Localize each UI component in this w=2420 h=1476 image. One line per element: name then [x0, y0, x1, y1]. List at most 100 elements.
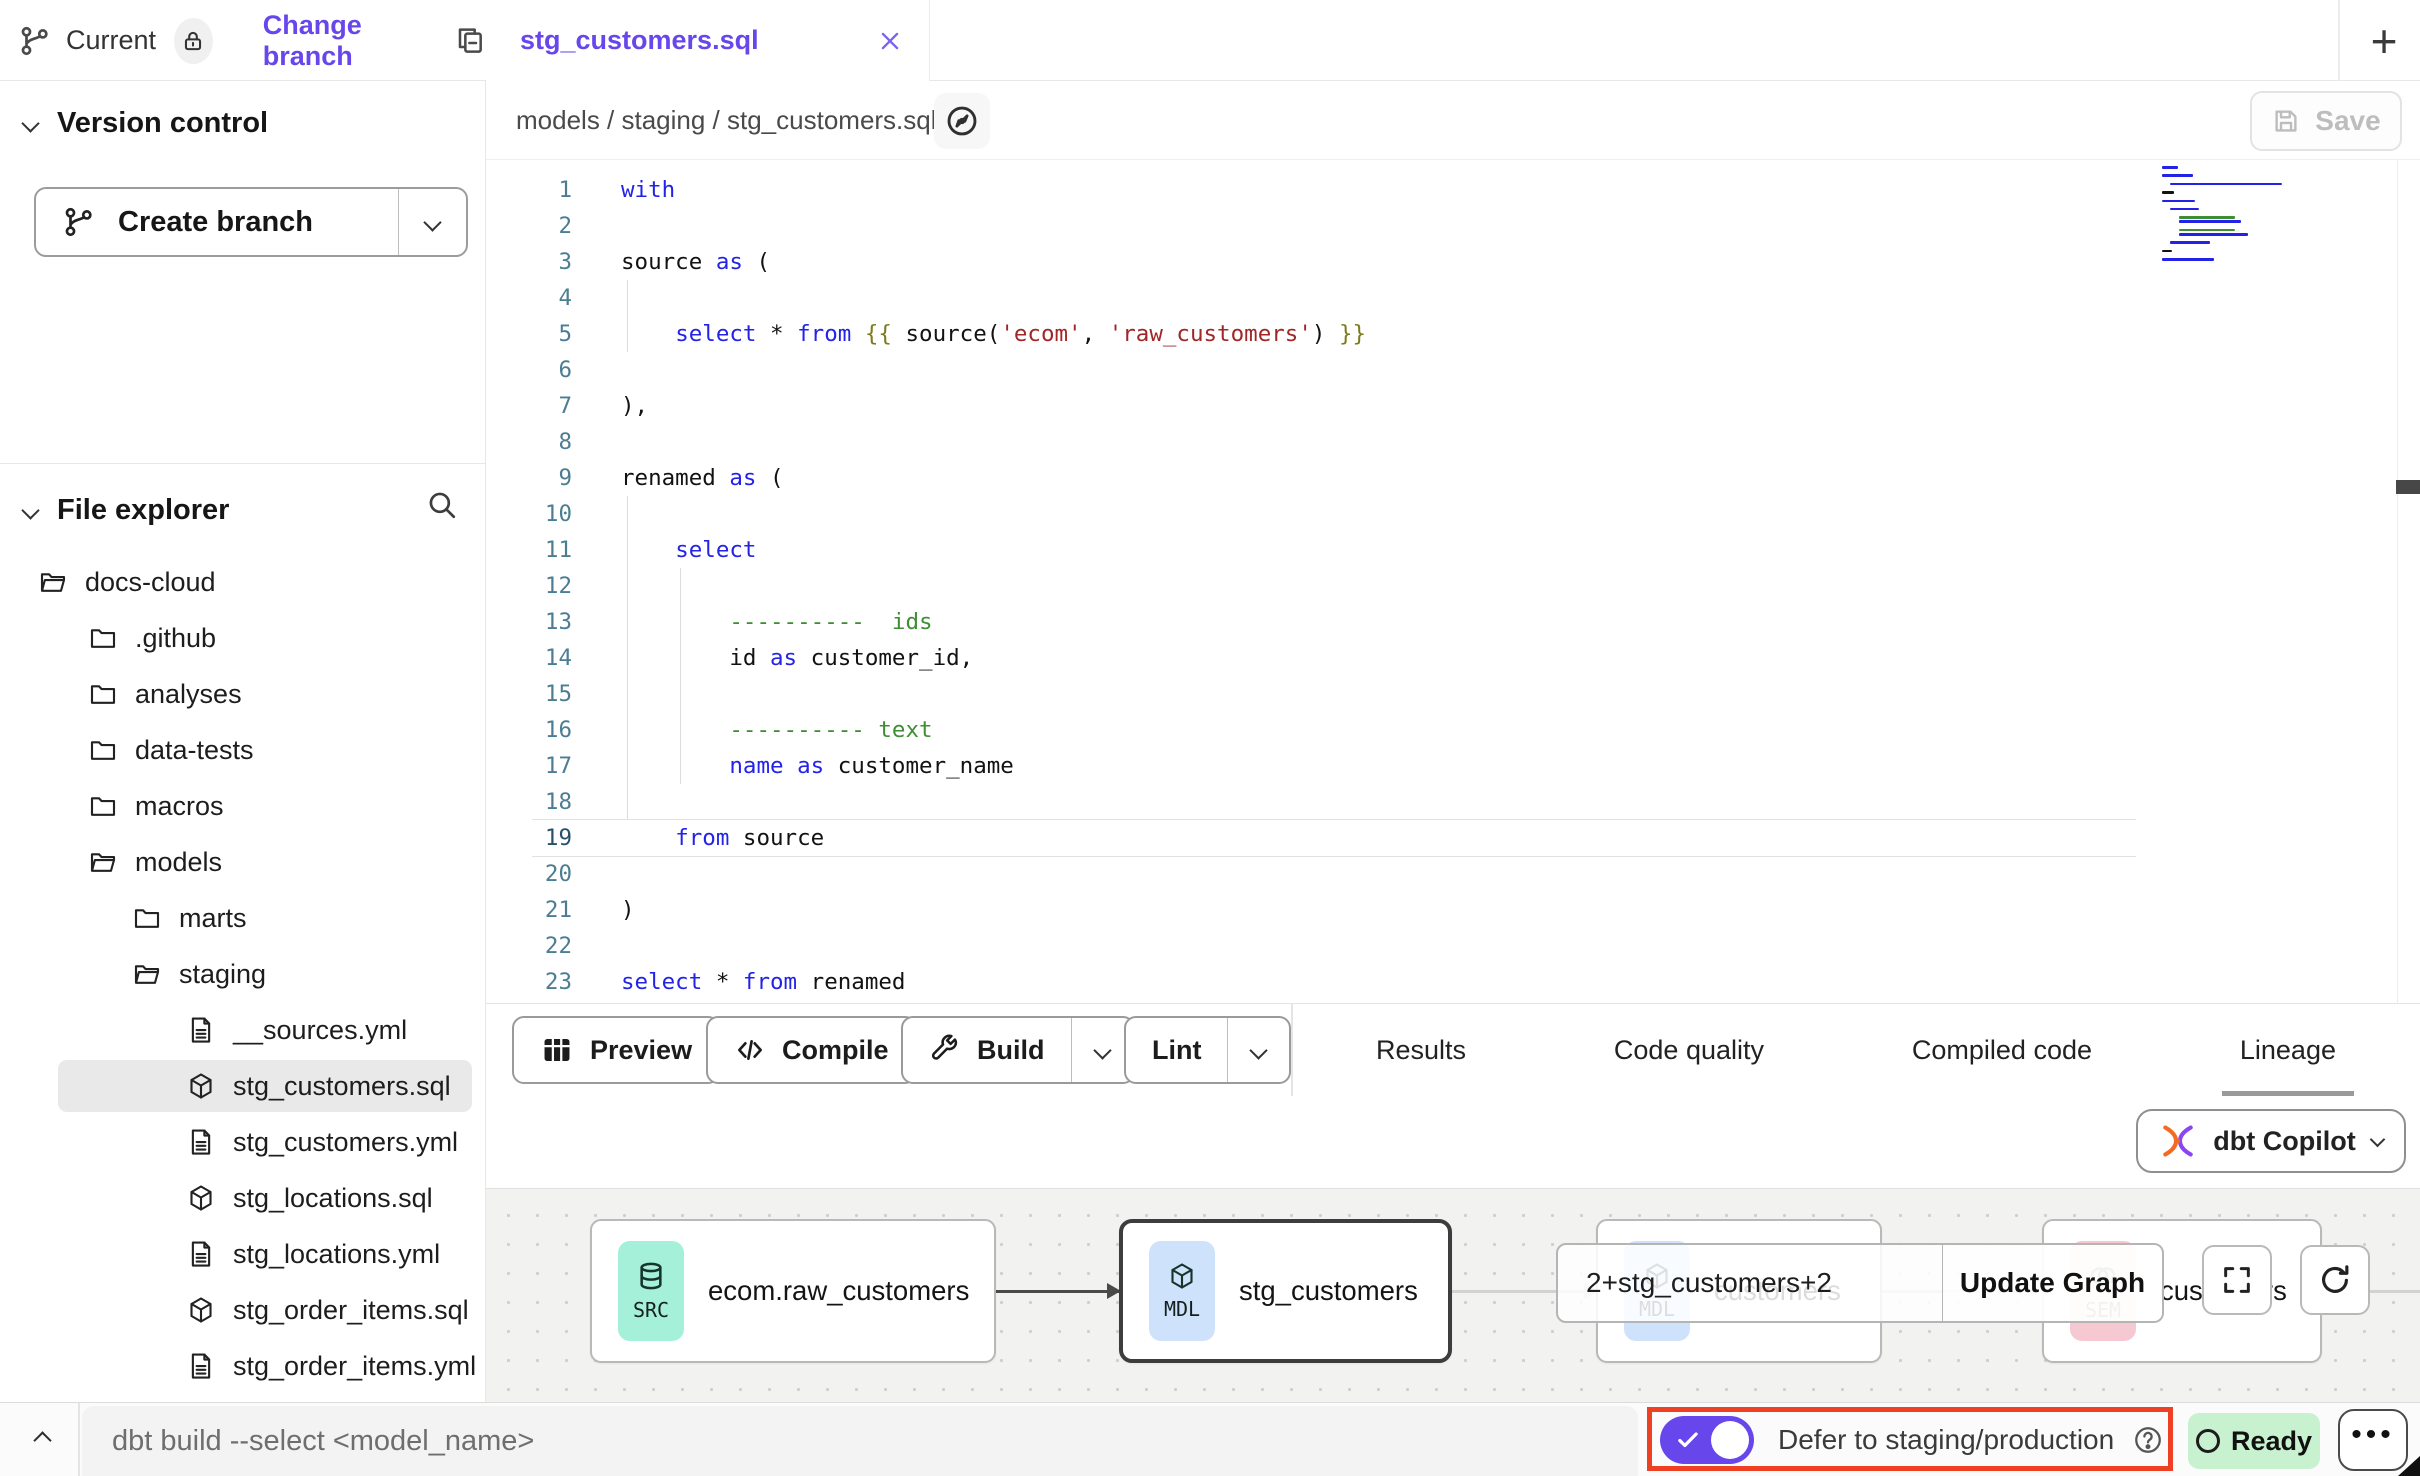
lineage-selector-input[interactable]: 2+stg_customers+2 — [1558, 1245, 1942, 1321]
line-number: 23 — [510, 964, 600, 1000]
defer-toggle[interactable] — [1660, 1416, 1754, 1464]
create-branch-button[interactable]: Create branch — [34, 187, 468, 257]
lineage-canvas[interactable]: SRCecom.raw_customers MDLstg_customersMDL… — [486, 1188, 2420, 1402]
tab-lineage[interactable]: Lineage — [2236, 1035, 2340, 1066]
editor-minimap[interactable] — [2162, 166, 2292, 262]
indent-guide — [627, 604, 628, 640]
code-editor[interactable]: 1with23source as (45 select * from {{ so… — [486, 160, 2420, 1003]
code-line-20[interactable]: 20 — [510, 856, 2420, 892]
code-line-10[interactable]: 10 — [510, 496, 2420, 532]
file-item-stg-locations-sql[interactable]: stg_locations.sql — [0, 1170, 485, 1226]
file-item-stg-customers-yml[interactable]: stg_customers.yml — [0, 1114, 485, 1170]
collapse-panel-button[interactable] — [14, 1403, 70, 1476]
code-line-2[interactable]: 2 — [510, 208, 2420, 244]
code-line-12[interactable]: 12 — [510, 568, 2420, 604]
file-item-stg-locations-yml[interactable]: stg_locations.yml — [0, 1226, 485, 1282]
create-branch-caret[interactable] — [398, 189, 466, 255]
copilot-compass-button[interactable] — [934, 93, 990, 149]
code-text: select * from renamed — [600, 964, 2420, 1000]
code-line-22[interactable]: 22 — [510, 928, 2420, 964]
preview-button[interactable]: Preview — [512, 1016, 720, 1084]
tab-results[interactable]: Results — [1372, 1035, 1470, 1066]
file-item-label: stg_order_items.yml — [233, 1351, 476, 1382]
new-tab-button[interactable]: + — [2348, 0, 2420, 81]
close-icon[interactable] — [877, 28, 903, 54]
code-line-6[interactable]: 6 — [510, 352, 2420, 388]
line-number: 16 — [510, 712, 600, 748]
create-branch-main[interactable]: Create branch — [36, 189, 398, 255]
change-branch-link[interactable]: Change branch — [263, 10, 428, 72]
file-item--sources-yml[interactable]: __sources.yml — [0, 1002, 485, 1058]
file-item-docs-cloud[interactable]: docs-cloud — [0, 554, 485, 610]
file-explorer-title: File explorer — [57, 494, 229, 527]
code-line-5[interactable]: 5 select * from {{ source('ecom', 'raw_c… — [510, 316, 2420, 352]
folder-icon — [88, 623, 118, 653]
code-line-3[interactable]: 3source as ( — [510, 244, 2420, 280]
fullscreen-button[interactable] — [2202, 1245, 2272, 1315]
line-number: 13 — [510, 604, 600, 640]
node-label: ecom.raw_customers — [708, 1275, 969, 1307]
search-icon[interactable] — [425, 488, 459, 522]
lock-icon — [180, 28, 206, 54]
code-line-18[interactable]: 18 — [510, 784, 2420, 820]
create-branch-label: Create branch — [118, 206, 313, 239]
lineage-selector-bar: 2+stg_customers+2 Update Graph — [1556, 1243, 2164, 1323]
code-line-1[interactable]: 1with — [510, 172, 2420, 208]
code-line-11[interactable]: 11 select — [510, 532, 2420, 568]
file-item-label: stg_locations.sql — [233, 1183, 433, 1214]
tab-code-quality[interactable]: Code quality — [1610, 1035, 1768, 1066]
line-number: 1 — [510, 172, 600, 208]
status-circle-icon — [2196, 1429, 2220, 1453]
action-bar-separator — [1291, 1004, 1293, 1097]
tab-strip: stg_customers.sql + — [486, 0, 2420, 81]
preview-label: Preview — [590, 1035, 692, 1066]
line-number: 2 — [510, 208, 600, 244]
folder-icon — [88, 679, 118, 709]
defer-control: Defer to staging/production — [1660, 1403, 2164, 1476]
code-line-16[interactable]: 16 ---------- text — [510, 712, 2420, 748]
code-line-13[interactable]: 13 ---------- ids — [510, 604, 2420, 640]
lint-button[interactable]: Lint — [1124, 1016, 1291, 1084]
compile-button[interactable]: Compile — [706, 1016, 917, 1084]
code-line-14[interactable]: 14 id as customer_id, — [510, 640, 2420, 676]
mdl-badge: MDL — [1149, 1241, 1215, 1341]
code-line-9[interactable]: 9renamed as ( — [510, 460, 2420, 496]
tab-compiled-code[interactable]: Compiled code — [1908, 1035, 2096, 1066]
file-item-analyses[interactable]: analyses — [0, 666, 485, 722]
file-item-stg-customers-sql[interactable]: stg_customers.sql — [0, 1058, 485, 1114]
command-input[interactable]: dbt build --select <model_name> — [82, 1406, 1638, 1476]
mouse-cursor — [2398, 1456, 2420, 1476]
code-line-21[interactable]: 21) — [510, 892, 2420, 928]
code-line-8[interactable]: 8 — [510, 424, 2420, 460]
tab-stg-customers[interactable]: stg_customers.sql — [486, 0, 930, 81]
help-icon[interactable] — [2132, 1424, 2164, 1456]
code-line-4[interactable]: 4 — [510, 280, 2420, 316]
lineage-node-stg-customers[interactable]: MDLstg_customers — [1119, 1219, 1452, 1363]
file-item-stg-order-items-sql[interactable]: stg_order_items.sql — [0, 1282, 485, 1338]
update-graph-button[interactable]: Update Graph — [1942, 1245, 2162, 1321]
lineage-node-ecom-raw-customers[interactable]: SRCecom.raw_customers — [590, 1219, 996, 1363]
version-control-header[interactable]: Version control — [0, 91, 485, 155]
file-item-data-tests[interactable]: data-tests — [0, 722, 485, 778]
dbt-copilot-button[interactable]: dbt Copilot — [2136, 1109, 2406, 1173]
copy-icon[interactable] — [454, 25, 486, 57]
file-item-models[interactable]: models — [0, 834, 485, 890]
file-item-marts[interactable]: marts — [0, 890, 485, 946]
file-explorer-header[interactable]: File explorer — [0, 478, 485, 542]
editor-scrollbar[interactable] — [2396, 480, 2420, 494]
status-label: Ready — [2231, 1426, 2312, 1457]
file-item--github[interactable]: .github — [0, 610, 485, 666]
code-line-7[interactable]: 7), — [510, 388, 2420, 424]
file-item-macros[interactable]: macros — [0, 778, 485, 834]
code-line-23[interactable]: 23select * from renamed — [510, 964, 2420, 1000]
code-line-17[interactable]: 17 name as customer_name — [510, 748, 2420, 784]
lint-caret[interactable] — [1227, 1018, 1289, 1082]
build-button[interactable]: Build — [901, 1016, 1135, 1084]
code-line-15[interactable]: 15 — [510, 676, 2420, 712]
refresh-button[interactable] — [2300, 1245, 2370, 1315]
file-icon — [186, 1015, 216, 1045]
file-item-stg-order-items-yml[interactable]: stg_order_items.yml — [0, 1338, 485, 1394]
save-button[interactable]: Save — [2250, 91, 2402, 151]
file-item-staging[interactable]: staging — [0, 946, 485, 1002]
line-number: 21 — [510, 892, 600, 928]
